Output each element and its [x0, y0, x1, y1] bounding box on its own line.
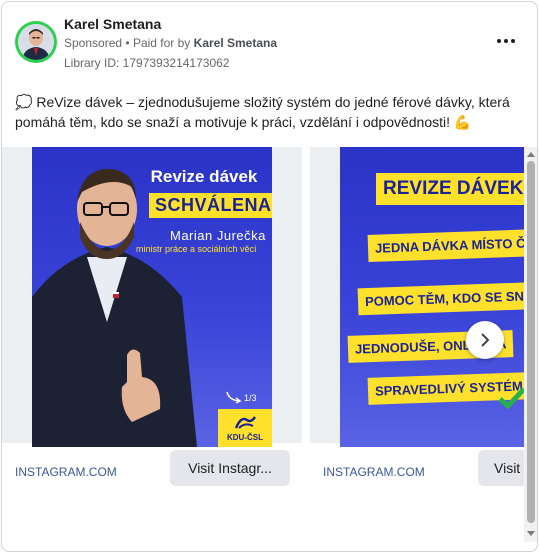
- sponsor-line: Sponsored • Paid for by Karel Smetana: [64, 36, 277, 50]
- person-name: Marian Jurečka: [170, 228, 266, 243]
- paid-for-by-name: Karel Smetana: [193, 36, 278, 50]
- curved-arrow-icon: [226, 391, 242, 404]
- ad-carousel[interactable]: Revize dávek SCHVÁLENA Marian Jurečka mi…: [2, 147, 524, 507]
- link-domain[interactable]: INSTAGRAM.COM: [323, 465, 425, 479]
- slide-line: POMOC TĚM, KDO SE SNAŽ: [357, 281, 524, 316]
- post-body: ReVize dávek – zjednodušujeme složitý sy…: [15, 94, 510, 130]
- party-logo-mark: [234, 416, 257, 429]
- slide-highlight: SCHVÁLENA: [149, 193, 272, 218]
- thought-bubble-icon: 💭: [15, 94, 33, 110]
- scrollbar[interactable]: [524, 147, 537, 542]
- visit-instagram-button[interactable]: Visit: [478, 450, 524, 486]
- ad-card: Karel Smetana Sponsored • Paid for by Ka…: [1, 1, 538, 552]
- three-dots-icon[interactable]: [497, 34, 515, 48]
- sponsored-label: Sponsored: [64, 36, 123, 50]
- slide-title: REVIZE DÁVEK: [376, 173, 524, 205]
- slide-line: JEDNA DÁVKA MÍSTO ČT: [367, 228, 524, 263]
- slide-image[interactable]: REVIZE DÁVEK JEDNA DÁVKA MÍSTO ČT POMOC …: [340, 147, 524, 447]
- flexed-biceps-icon: 💪: [453, 114, 472, 130]
- carousel-slide[interactable]: Revize dávek SCHVÁLENA Marian Jurečka mi…: [2, 147, 302, 497]
- advertiser-name[interactable]: Karel Smetana: [64, 16, 161, 32]
- scroll-up-arrow-icon[interactable]: [527, 152, 535, 157]
- person-role: ministr práce a sociálních věcí: [136, 244, 257, 254]
- separator-dot: •: [125, 36, 130, 50]
- library-id: Library ID: 1797393214173062: [64, 56, 230, 70]
- slide-footer: INSTAGRAM.COM Visit: [310, 447, 524, 497]
- party-logo-text: KDU-ČSL: [227, 433, 263, 442]
- link-domain[interactable]: INSTAGRAM.COM: [15, 465, 117, 479]
- post-text: 💭 ReVize dávek – zjednodušujeme složitý …: [15, 92, 515, 132]
- party-logo: KDU-ČSL: [218, 409, 272, 447]
- chevron-right-icon: [481, 333, 490, 347]
- slide-title: Revize dávek: [150, 167, 258, 186]
- visit-instagram-button[interactable]: Visit Instagr...: [170, 450, 290, 486]
- avatar-image: [18, 24, 54, 60]
- scroll-down-arrow-icon[interactable]: [527, 531, 535, 536]
- slide-footer: INSTAGRAM.COM Visit Instagr...: [2, 447, 302, 497]
- avatar[interactable]: [15, 21, 57, 63]
- checkmark-icon: [498, 387, 524, 409]
- next-slide-button[interactable]: [466, 321, 504, 359]
- slide-image[interactable]: Revize dávek SCHVÁLENA Marian Jurečka mi…: [32, 147, 272, 447]
- page-indicator: 1/3: [244, 393, 257, 403]
- paid-for-by-label: Paid for by: [132, 36, 191, 50]
- scrollbar-thumb[interactable]: [527, 161, 535, 523]
